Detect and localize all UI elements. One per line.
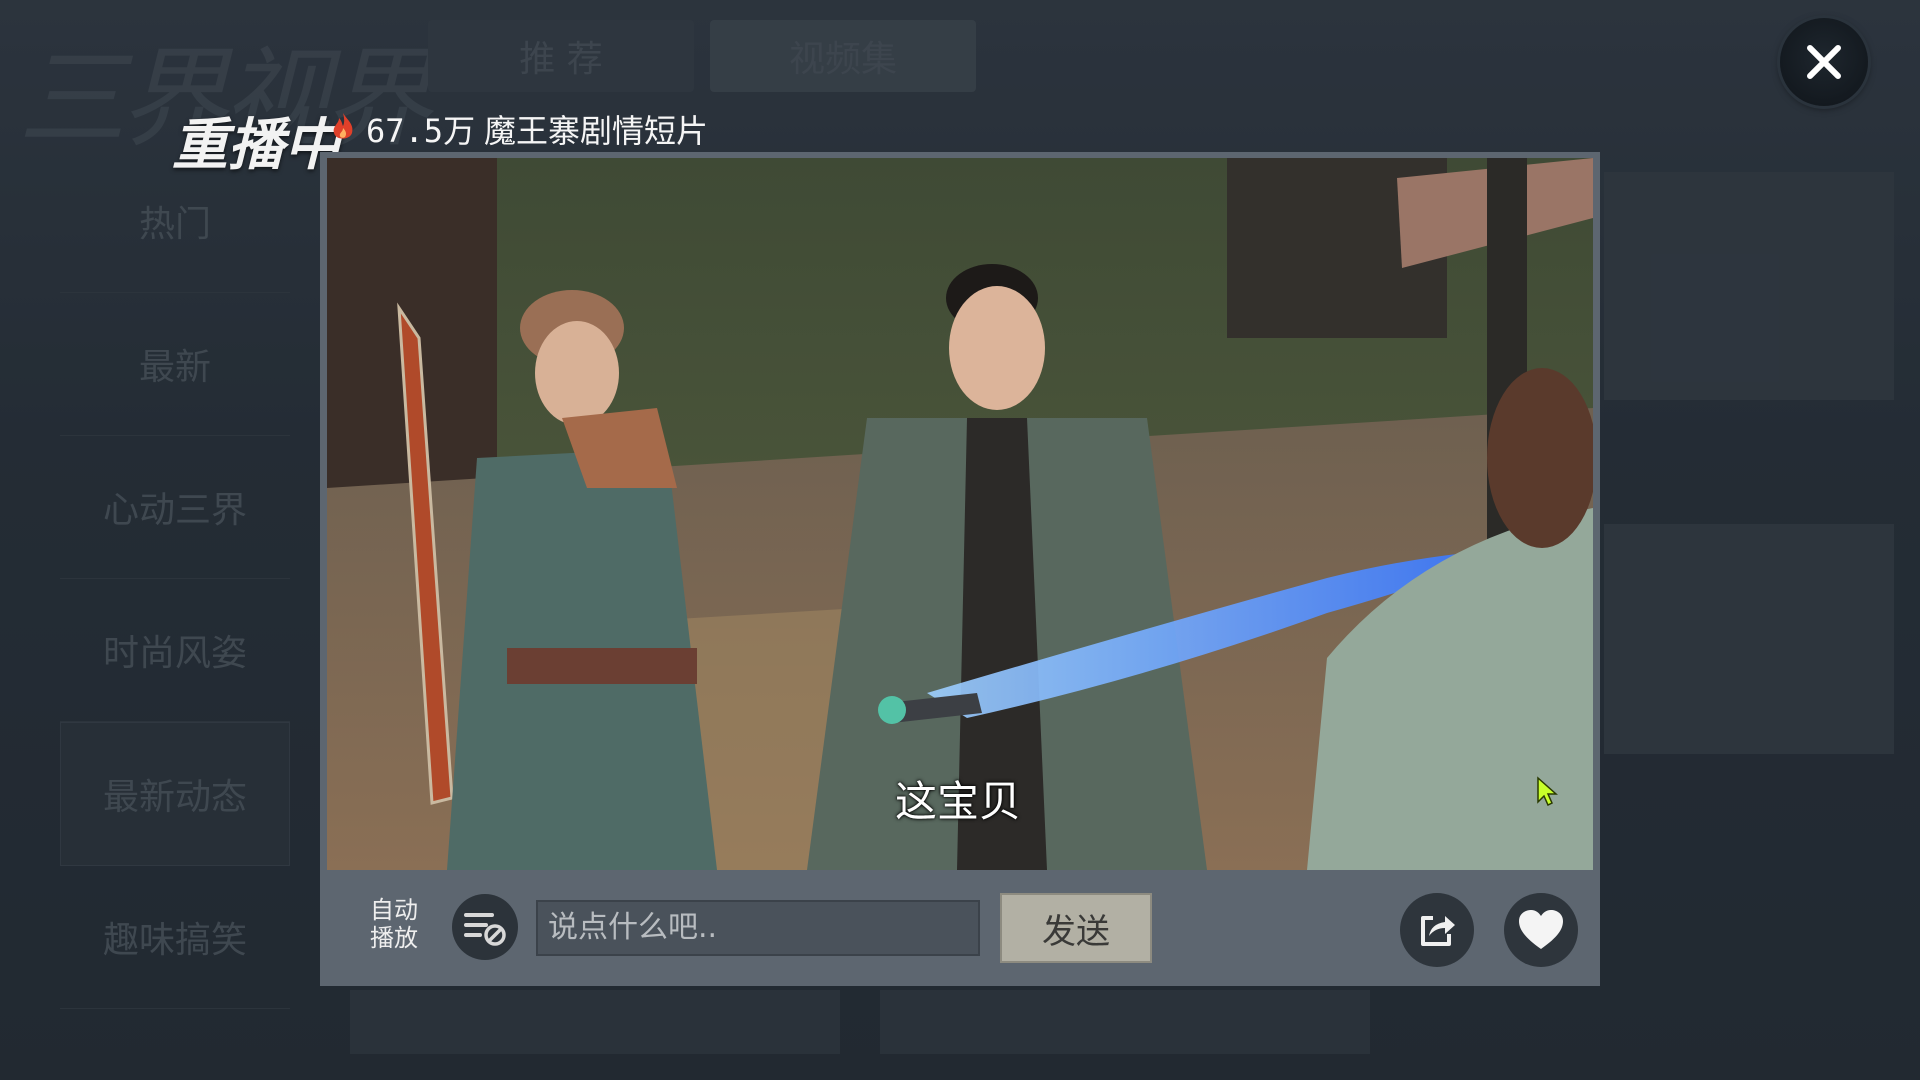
playlist-button[interactable] — [452, 894, 518, 960]
send-button[interactable]: 发送 — [1000, 893, 1152, 963]
close-button[interactable] — [1780, 18, 1868, 106]
view-count: 67.5万 — [366, 112, 476, 150]
cursor-icon — [1537, 776, 1558, 806]
video-subtitle: 这宝贝 — [895, 777, 1022, 826]
replay-label: 重播中 — [172, 113, 340, 178]
video-title: 魔王寨剧情短片 — [484, 112, 709, 150]
heart-icon — [1519, 910, 1563, 949]
video-frame[interactable] — [327, 158, 1593, 870]
auto-play-label-line2: 播放 — [370, 924, 418, 952]
fire-icon — [330, 112, 356, 142]
playlist-icon — [464, 913, 506, 946]
share-button[interactable] — [1400, 893, 1474, 967]
like-button[interactable] — [1504, 893, 1578, 967]
auto-play-toggle[interactable]: 自动 播放 — [370, 896, 430, 952]
auto-play-label-line1: 自动 — [370, 896, 418, 924]
comment-input[interactable]: 说点什么吧.. — [536, 900, 980, 956]
close-icon — [1807, 45, 1841, 79]
share-icon — [1421, 916, 1455, 946]
